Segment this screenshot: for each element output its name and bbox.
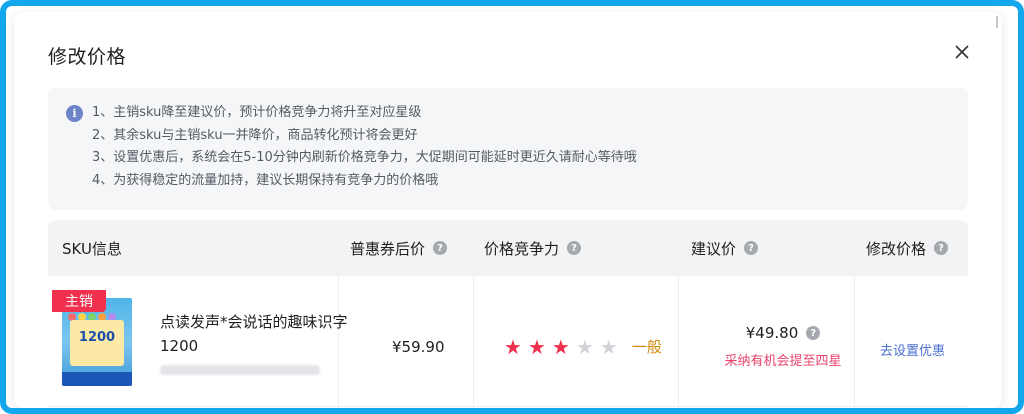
suggested-price-cell: ¥49.80 ? 采纳有机会提至四星 [708,323,858,369]
notice-line: 1、主销sku降至建议价，预计价格竞争力将升至对应星级 [92,105,422,120]
notice-lines: 1、主销sku降至建议价，预计价格竞争力将升至对应星级 2、其余sku与主销sk… [92,102,637,192]
close-button[interactable] [948,38,976,66]
column-divider [473,276,474,408]
star-filled-icon: ★ [504,334,522,359]
modify-price-dialog: 修改价格 i 1、主销sku降至建议价，预计价格竞争力将升至对应星级 2、其余s… [14,12,1002,408]
column-divider [678,276,679,408]
scrollbar-thumb[interactable] [996,16,998,28]
close-icon [955,45,969,59]
set-promotion-link[interactable]: 去设置优惠 [880,340,945,359]
info-icon: i [66,105,83,122]
header-label: 修改价格 [866,239,927,258]
notice-line: 2、其余sku与主销sku一并降价，商品转化预计将会更好 [92,127,418,143]
row-divider [48,406,968,407]
star-empty-icon: ★ [575,334,594,359]
header-label: 普惠券后价 [350,239,426,258]
header-coupon-price: 普惠券后价 ? [350,220,448,276]
competitiveness-rating: ★ ★ ★ ★ ★ 一般 [504,336,662,357]
header-label: SKU信息 [62,239,122,258]
header-label: 建议价 [691,239,737,258]
notice-line: 4、为获得稳定的流量加持，建议长期保持有竞争力的价格哦 [92,172,439,188]
help-icon[interactable]: ? [433,241,448,255]
header-price-competitiveness: 价格竞争力 ? [484,220,582,276]
header-label: 价格竞争力 [484,239,560,258]
star-empty-icon: ★ [599,334,618,359]
table-header: SKU信息 普惠券后价 ? 价格竞争力 ? 建议价 ? 修改价格 ? [48,220,968,276]
blurred-sku-text [160,365,320,375]
product-image-label: 1200 [70,320,124,366]
dialog-title: 修改价格 [48,46,127,68]
help-icon[interactable]: ? [806,326,821,340]
suggested-tip: 采纳有机会提至四星 [724,354,842,369]
header-sku-info: SKU信息 [62,220,122,276]
notice-line: 3、设置优惠后，系统会在5-10分钟内刷新价格竞争力，大促期间可能延时更近久请耐… [92,150,637,165]
product-image-footer [62,372,132,386]
header-modify-price: 修改价格 ? [866,220,949,276]
help-icon[interactable]: ? [934,241,949,255]
product-name: 点读发声*会说话的趣味识字1200 [160,313,348,355]
star-filled-icon: ★ [527,334,546,359]
sku-price-table: SKU信息 普惠券后价 ? 价格竞争力 ? 建议价 ? 修改价格 ? 1200 … [48,220,968,408]
coupon-price: ¥59.90 [392,338,445,356]
suggested-price: ¥49.80 ? [746,324,821,342]
notice-box: i 1、主销sku降至建议价，预计价格竞争力将升至对应星级 2、其余sku与主销… [48,88,968,210]
help-icon[interactable]: ? [567,241,582,255]
help-icon[interactable]: ? [744,241,759,255]
competitiveness-level: 一般 [631,338,662,356]
main-sale-badge: 主销 [52,290,106,312]
suggested-price-value: ¥49.80 [745,324,799,342]
header-suggested-price: 建议价 ? [691,220,759,276]
star-filled-icon: ★ [551,334,570,359]
